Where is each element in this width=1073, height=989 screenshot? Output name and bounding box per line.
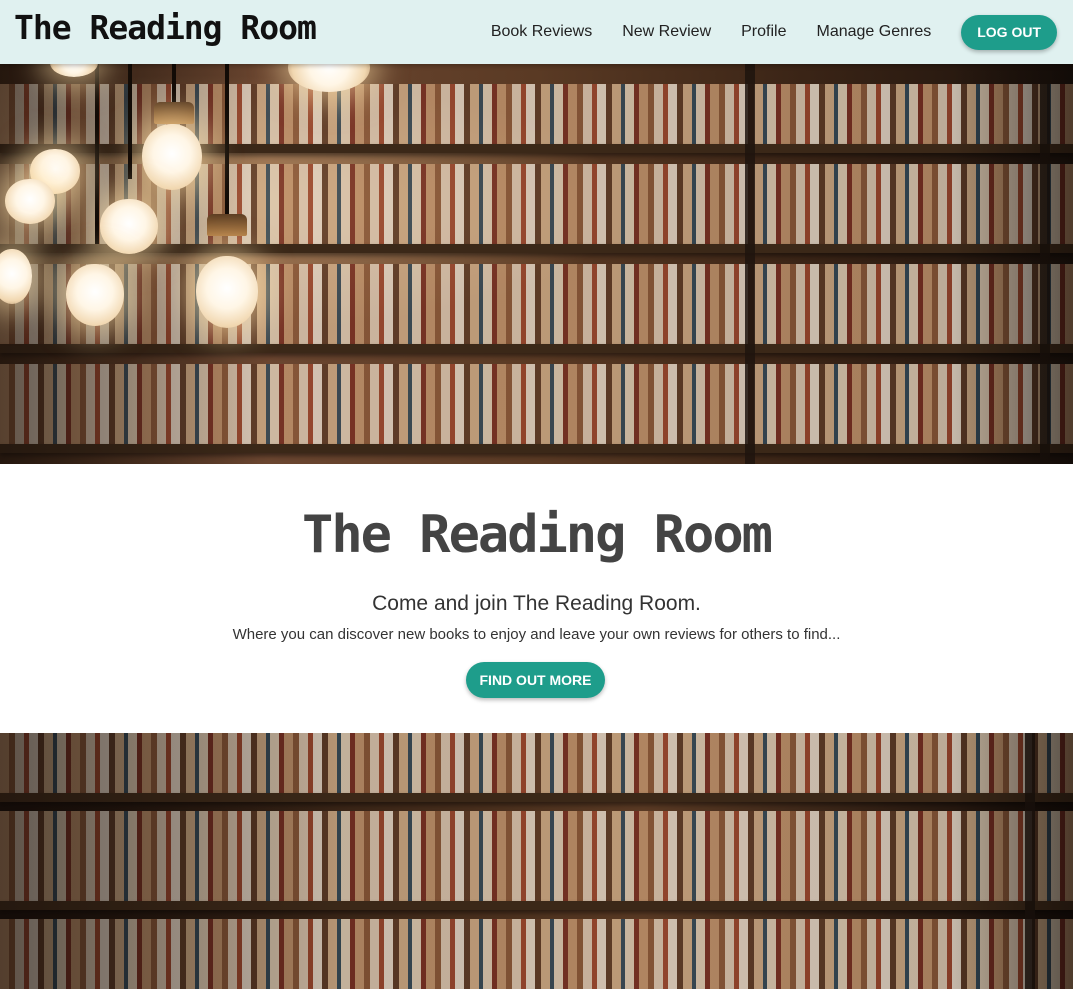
lamp-cord [225,64,229,214]
nav-link-profile[interactable]: Profile [741,23,786,41]
light-bulb-icon [196,256,258,328]
page-title: The Reading Room [302,505,773,565]
light-bulb-icon [66,264,124,326]
nav-links: Book Reviews New Review Profile Manage G… [491,0,1057,64]
logout-button[interactable]: Log Out [961,14,1057,50]
nav-link-manage-genres[interactable]: Manage Genres [816,23,931,41]
light-bulb-icon [142,124,202,190]
lamp-socket [207,214,247,236]
welcome-section: The Reading Room Come and join The Readi… [0,464,1073,733]
navbar: The Reading Room Book Reviews New Review… [0,0,1073,64]
lamp-cord [128,64,132,179]
welcome-description: Where you can discover new books to enjo… [232,626,841,643]
lamp-socket [154,102,194,124]
nav-link-new-review[interactable]: New Review [622,23,711,41]
image-shading [0,733,340,989]
hero-image-bottom [0,733,1073,989]
brand-logo[interactable]: The Reading Room [14,8,317,47]
light-bulb-icon [100,199,158,254]
image-shading [953,64,1073,464]
light-bulb-icon [5,179,55,224]
nav-link-book-reviews[interactable]: Book Reviews [491,23,592,41]
hero-image-top [0,64,1073,464]
lamp-cord [172,64,176,104]
find-out-more-button[interactable]: Find Out More [466,662,605,698]
image-shading [953,733,1073,989]
welcome-subtitle: Come and join The Reading Room. [372,592,701,615]
shelf-divider [745,64,755,464]
lamp-cord [95,64,99,244]
